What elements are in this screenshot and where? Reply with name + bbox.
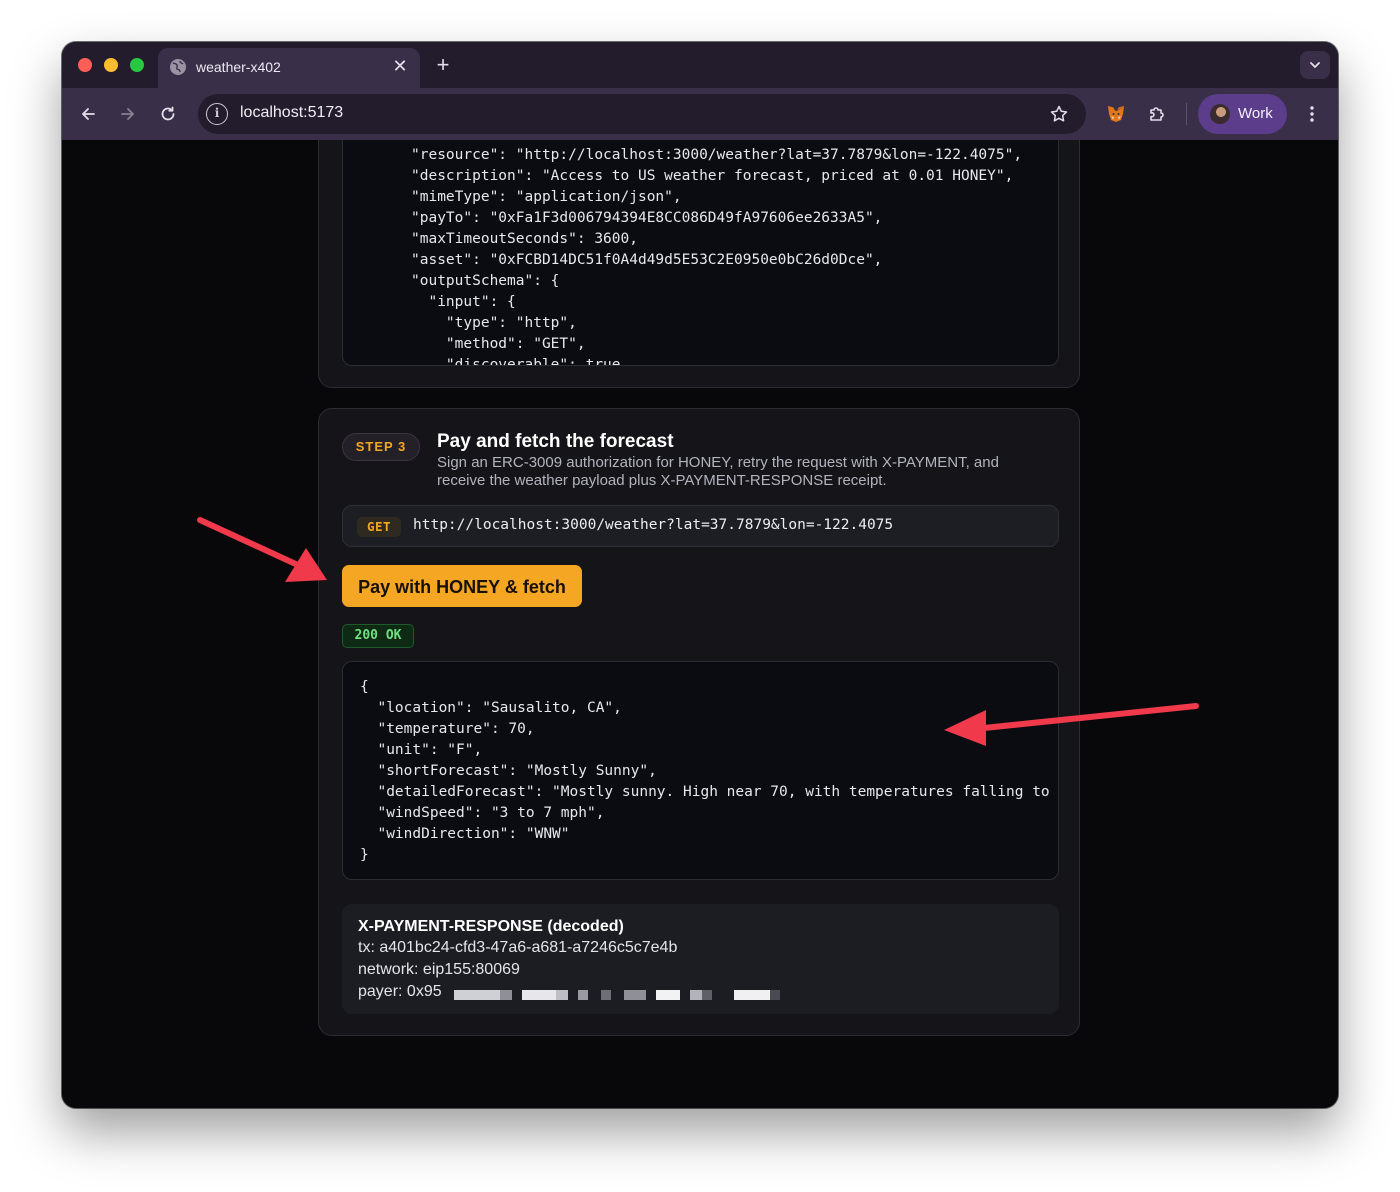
- address-bar[interactable]: i localhost:5173: [198, 94, 1086, 134]
- tab-strip: weather-x402 ✕ +: [62, 42, 1338, 88]
- tab-title: weather-x402: [196, 59, 281, 75]
- metamask-fox-icon[interactable]: [1102, 100, 1130, 128]
- step-title: Pay and fetch the forecast: [437, 431, 674, 452]
- profile-button[interactable]: Work: [1198, 94, 1287, 134]
- back-arrow-icon: [82, 108, 95, 120]
- receipt-network: network: eip155:80069: [358, 961, 520, 978]
- chevron-down-icon: [1310, 62, 1320, 69]
- pay-and-fetch-button[interactable]: Pay with HONEY & fetch: [342, 565, 582, 607]
- code-line: "temperature": 70,: [360, 721, 535, 737]
- receipt-payer: payer: 0x95: [358, 983, 442, 1000]
- code-line: }: [360, 847, 369, 863]
- code-line: "asset": "0xFCBD14DC51f0A4d49d5E53C2E095…: [411, 252, 883, 268]
- request-bar: GET http://localhost:3000/weather?lat=37…: [342, 505, 1059, 547]
- requirements-code-block: "resource": "http://localhost:3000/weath…: [342, 140, 1059, 366]
- back-button[interactable]: [74, 100, 102, 128]
- code-line: "shortForecast": "Mostly Sunny",: [360, 763, 657, 779]
- code-line: "input": {: [411, 294, 516, 310]
- request-url: http://localhost:3000/weather?lat=37.787…: [413, 517, 894, 533]
- code-line: "method": "GET",: [411, 336, 586, 352]
- payment-requirements-card: "resource": "http://localhost:3000/weath…: [318, 140, 1080, 388]
- tab-close-icon[interactable]: ✕: [390, 56, 410, 76]
- http-method-badge: GET: [357, 517, 401, 537]
- code-line: {: [360, 679, 369, 695]
- step-description: Sign an ERC-3009 authorization for HONEY…: [437, 454, 999, 489]
- info-icon[interactable]: i: [206, 103, 228, 125]
- code-line: "detailedForecast": "Mostly sunny. High …: [360, 784, 1059, 800]
- code-line: "payTo": "0xFa1F3d006794394E8CC086D49fA9…: [411, 210, 883, 226]
- close-window-button[interactable]: [78, 58, 92, 72]
- new-tab-button[interactable]: +: [430, 52, 456, 78]
- forward-button[interactable]: [114, 100, 142, 128]
- browser-window: weather-x402 ✕ + i localhost:5173 Work "…: [62, 42, 1338, 1108]
- tab-weather-x402[interactable]: weather-x402 ✕: [158, 48, 420, 88]
- browser-toolbar: i localhost:5173 Work: [62, 88, 1338, 140]
- toolbar-separator: [1186, 103, 1187, 125]
- step-3-card: STEP 3 Pay and fetch the forecast Sign a…: [318, 408, 1080, 1036]
- code-line: "location": "Sausalito, CA",: [360, 700, 622, 716]
- code-line: "unit": "F",: [360, 742, 483, 758]
- extensions-puzzle-icon[interactable]: [1143, 100, 1171, 128]
- profile-name: Work: [1238, 105, 1273, 122]
- browser-menu-button[interactable]: [1298, 100, 1326, 128]
- response-code-block: { "location": "Sausalito, CA", "temperat…: [342, 661, 1059, 880]
- receipt-tx: tx: a401bc24-cfd3-47a6-a681-a7246c5c7e4b: [358, 939, 678, 956]
- globe-icon: [170, 59, 186, 75]
- code-line: "windSpeed": "3 to 7 mph",: [360, 805, 605, 821]
- step-badge: STEP 3: [342, 433, 420, 461]
- page-viewport[interactable]: "resource": "http://localhost:3000/weath…: [62, 140, 1338, 1108]
- reload-icon: [161, 106, 175, 121]
- code-line: "mimeType": "application/json",: [411, 189, 682, 205]
- code-line: "description": "Access to US weather for…: [411, 168, 1014, 184]
- maximize-window-button[interactable]: [130, 58, 144, 72]
- code-line: "outputSchema": {: [411, 273, 560, 289]
- status-badge: 200 OK: [342, 624, 414, 648]
- reload-button[interactable]: [154, 100, 182, 128]
- code-line: "resource": "http://localhost:3000/weath…: [411, 147, 1023, 163]
- kebab-menu-icon: [1310, 106, 1314, 122]
- avatar: [1210, 104, 1230, 124]
- code-line: "maxTimeoutSeconds": 3600,: [411, 231, 638, 247]
- code-line: "type": "http",: [411, 315, 577, 331]
- tab-search-button[interactable]: [1300, 51, 1330, 79]
- code-line: "windDirection": "WNW": [360, 826, 570, 842]
- minimize-window-button[interactable]: [104, 58, 118, 72]
- star-icon[interactable]: [1048, 103, 1070, 125]
- code-line: "discoverable": true: [411, 357, 621, 366]
- receipt-title: X-PAYMENT-RESPONSE (decoded): [358, 918, 624, 935]
- address-url[interactable]: localhost:5173: [240, 104, 343, 122]
- forward-arrow-icon: [121, 108, 134, 120]
